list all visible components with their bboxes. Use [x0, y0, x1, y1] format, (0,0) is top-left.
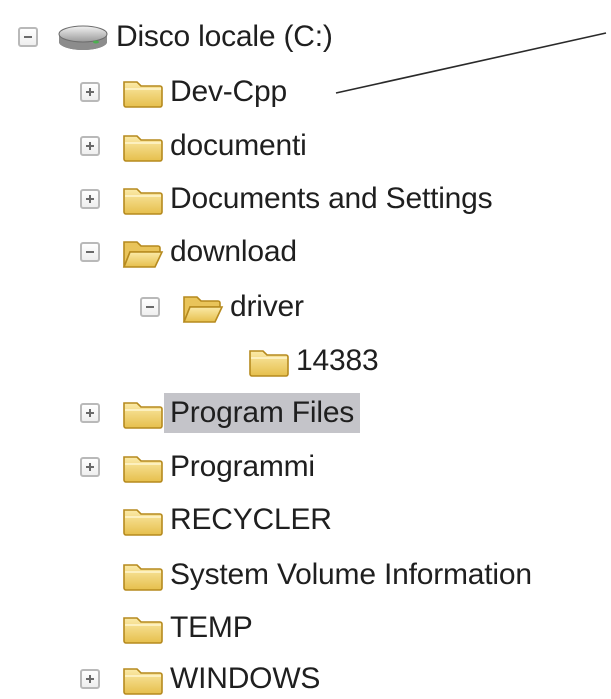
tree-node-label: driver: [230, 290, 304, 323]
tree-node-label: download: [170, 235, 297, 268]
folder-icon: [122, 75, 164, 109]
expand-icon[interactable]: [80, 82, 100, 102]
collapse-icon[interactable]: [80, 242, 100, 262]
folder-icon: [248, 344, 290, 378]
tree-node-label: TEMP: [170, 611, 253, 644]
tree-node-label: Disco locale (C:): [116, 20, 333, 53]
tree-node-download[interactable]: download: [80, 227, 303, 277]
tree-node-label: Programmi: [170, 450, 315, 483]
tree-node-label: RECYCLER: [170, 503, 332, 536]
tree-node-label: System Volume Information: [170, 558, 532, 591]
tree-node-label: WINDOWS: [170, 662, 321, 695]
tree-node-driver[interactable]: driver: [140, 282, 310, 332]
tree-node-documenti[interactable]: documenti: [80, 121, 313, 171]
tree-node-temp[interactable]: TEMP: [122, 603, 259, 653]
folder-icon: [122, 450, 164, 484]
folder-icon: [122, 396, 164, 430]
expand-icon[interactable]: [80, 669, 100, 689]
folder-open-icon: [122, 235, 164, 269]
tree-node-recycler[interactable]: RECYCLER: [122, 495, 338, 545]
folder-icon: [122, 182, 164, 216]
expand-icon[interactable]: [80, 457, 100, 477]
tree-node-label: documenti: [170, 129, 307, 162]
expand-icon[interactable]: [80, 189, 100, 209]
expand-icon[interactable]: [80, 136, 100, 156]
folder-icon: [122, 662, 164, 696]
folder-icon: [122, 503, 164, 537]
folder-icon: [122, 129, 164, 163]
folder-open-icon: [182, 290, 224, 324]
tree-node-dev-cpp[interactable]: Dev-Cpp: [80, 67, 293, 117]
tree-node-disco-locale[interactable]: Disco locale (C:): [18, 12, 339, 62]
tree-node-programmi[interactable]: Programmi: [80, 442, 321, 492]
tree-node-windows[interactable]: WINDOWS: [80, 654, 326, 699]
collapse-icon[interactable]: [140, 297, 160, 317]
tree-node-label: 14383: [296, 344, 379, 377]
tree-node-label: Dev-Cpp: [170, 75, 287, 108]
folder-icon: [122, 558, 164, 592]
folder-icon: [122, 611, 164, 645]
tree-node-program-files[interactable]: Program Files: [80, 388, 361, 438]
expand-icon[interactable]: [80, 403, 100, 423]
collapse-icon[interactable]: [18, 27, 38, 47]
tree-node-system-volume-information[interactable]: System Volume Information: [122, 550, 538, 600]
tree-node-label: Program Files: [164, 393, 361, 433]
folder-tree: Disco locale (C:) Dev-Cpp documenti Docu…: [0, 0, 611, 699]
tree-node-label: Documents and Settings: [170, 182, 493, 215]
hard-drive-icon: [56, 22, 110, 52]
tree-node-14383[interactable]: 14383: [248, 336, 384, 386]
tree-node-documents-and-settings[interactable]: Documents and Settings: [80, 174, 498, 224]
